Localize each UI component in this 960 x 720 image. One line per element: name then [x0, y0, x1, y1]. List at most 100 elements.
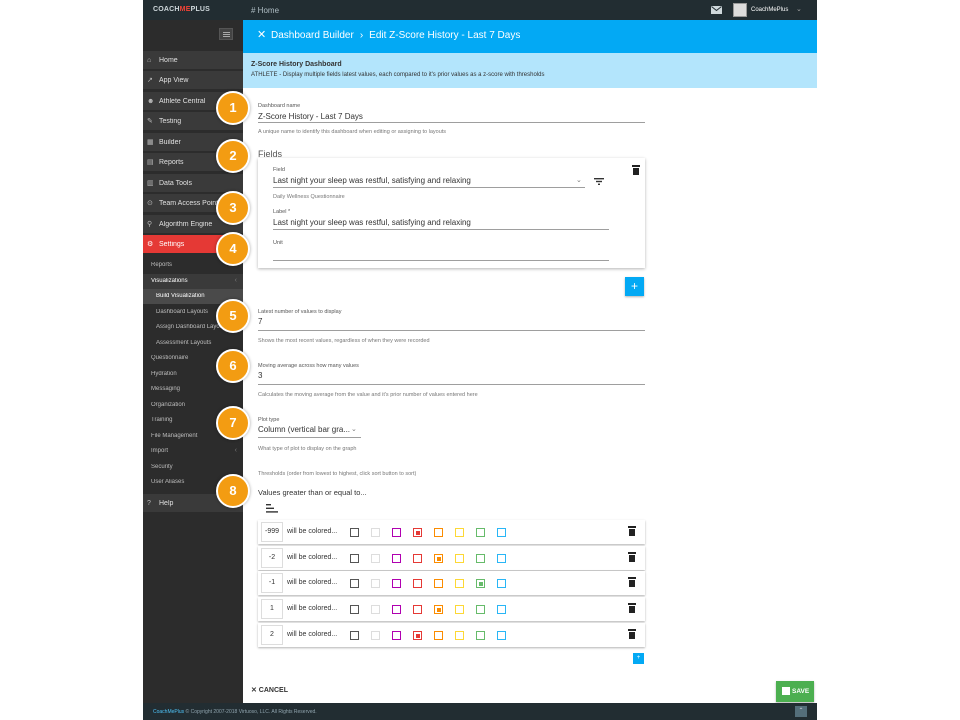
- latest-values-label: Latest number of values to display: [258, 309, 342, 315]
- color-swatch[interactable]: [497, 528, 506, 537]
- color-swatch[interactable]: [455, 528, 464, 537]
- color-swatch[interactable]: [350, 528, 359, 537]
- color-swatch[interactable]: [476, 631, 485, 640]
- color-swatch[interactable]: [350, 579, 359, 588]
- color-swatch[interactable]: [371, 631, 380, 640]
- dropdown-caret-icon[interactable]: ⌄: [576, 176, 582, 184]
- color-swatch[interactable]: [392, 605, 401, 614]
- filter-icon[interactable]: [594, 178, 604, 185]
- moving-average-underline: [258, 384, 645, 385]
- help-icon: ?: [147, 500, 151, 507]
- delete-threshold-icon[interactable]: [628, 629, 636, 639]
- top-bar: COACHMEPLUS # Home CoachMePlus ⌄: [143, 0, 817, 20]
- color-swatch[interactable]: [392, 528, 401, 537]
- cancel-button[interactable]: ✕ CANCEL: [251, 686, 288, 694]
- sort-icon[interactable]: [266, 504, 278, 513]
- footer-brand-link[interactable]: CoachMePlus: [153, 709, 184, 715]
- delete-threshold-icon[interactable]: [628, 552, 636, 562]
- color-swatch[interactable]: [476, 554, 485, 563]
- dashboard-name-label: Dashboard name: [258, 103, 301, 109]
- user-name[interactable]: CoachMePlus: [751, 7, 788, 13]
- color-swatch[interactable]: [413, 528, 422, 537]
- color-swatch[interactable]: [434, 605, 443, 614]
- menu-toggle-icon[interactable]: [219, 28, 233, 40]
- threshold-value-input[interactable]: 2: [261, 625, 283, 645]
- color-swatch[interactable]: [413, 579, 422, 588]
- threshold-value-input[interactable]: -2: [261, 548, 283, 568]
- add-threshold-button[interactable]: +: [633, 653, 644, 664]
- color-swatch[interactable]: [497, 631, 506, 640]
- breadcrumb-dashboard-builder[interactable]: Dashboard Builder: [271, 30, 354, 41]
- color-swatch[interactable]: [476, 528, 485, 537]
- moving-average-input[interactable]: 3: [258, 371, 262, 380]
- app-window: COACHMEPLUS # Home CoachMePlus ⌄ ⌂ Home ↗…: [143, 0, 817, 720]
- color-swatch[interactable]: [476, 579, 485, 588]
- dashboard-name-underline: [258, 122, 645, 123]
- color-swatch[interactable]: [371, 528, 380, 537]
- color-swatch[interactable]: [455, 554, 464, 563]
- dashboard-name-input[interactable]: Z-Score History - Last 7 Days: [258, 112, 363, 121]
- color-swatch[interactable]: [434, 631, 443, 640]
- threshold-value-input[interactable]: -999: [261, 522, 283, 542]
- color-swatch[interactable]: [350, 605, 359, 614]
- close-icon[interactable]: ✕: [257, 30, 266, 41]
- sidebar-item-home[interactable]: ⌂ Home: [143, 51, 243, 70]
- color-swatch[interactable]: [392, 579, 401, 588]
- delete-threshold-icon[interactable]: [628, 577, 636, 587]
- brand-text-me: ME: [179, 6, 191, 13]
- dropdown-caret-icon[interactable]: ⌄: [351, 425, 357, 433]
- sidebar-item-data-tools[interactable]: ▥ Data Tools: [143, 174, 243, 193]
- sidebar-subitem-import[interactable]: Import ‹: [143, 444, 243, 459]
- color-swatch[interactable]: [497, 579, 506, 588]
- mail-icon[interactable]: [711, 6, 722, 14]
- color-swatch[interactable]: [434, 579, 443, 588]
- step-marker-6: 6: [216, 349, 250, 383]
- color-swatch[interactable]: [371, 605, 380, 614]
- color-swatch[interactable]: [434, 528, 443, 537]
- scroll-to-top-icon[interactable]: ⌃: [795, 706, 807, 717]
- step-marker-8: 8: [216, 474, 250, 508]
- color-swatch[interactable]: [455, 579, 464, 588]
- delete-field-icon[interactable]: [632, 165, 640, 175]
- color-swatch[interactable]: [413, 554, 422, 563]
- threshold-value-input[interactable]: 1: [261, 599, 283, 619]
- color-swatch[interactable]: [350, 554, 359, 563]
- field-label-label: Label *: [273, 209, 291, 215]
- color-swatch[interactable]: [497, 605, 506, 614]
- color-swatch[interactable]: [476, 605, 485, 614]
- topbar-home-link[interactable]: # Home: [251, 6, 279, 15]
- color-swatch[interactable]: [392, 631, 401, 640]
- chevron-down-icon[interactable]: ⌄: [796, 5, 802, 13]
- plot-type-select[interactable]: Column (vertical bar gra...: [258, 425, 350, 434]
- color-swatch[interactable]: [455, 605, 464, 614]
- color-swatch[interactable]: [371, 554, 380, 563]
- field-label-input[interactable]: Last night your sleep was restful, satis…: [273, 218, 471, 227]
- plot-type-underline: [258, 437, 361, 438]
- color-swatch[interactable]: [497, 554, 506, 563]
- add-field-button[interactable]: +: [625, 277, 644, 296]
- color-swatch[interactable]: [455, 631, 464, 640]
- table-icon: ▥: [147, 180, 154, 187]
- color-swatch[interactable]: [413, 631, 422, 640]
- brand-logo[interactable]: COACHMEPLUS: [153, 6, 210, 13]
- users-icon: ☻: [147, 98, 155, 105]
- delete-threshold-icon[interactable]: [628, 603, 636, 613]
- sidebar-subitem-security[interactable]: Security: [143, 460, 243, 475]
- color-swatch[interactable]: [371, 579, 380, 588]
- sidebar-item-app-view[interactable]: ↗ App View: [143, 71, 243, 90]
- delete-threshold-icon[interactable]: [628, 526, 636, 536]
- home-icon: ⌂: [147, 57, 152, 64]
- save-button[interactable]: SAVE: [776, 681, 814, 702]
- sidebar-subitem-visualizations[interactable]: Visualizations ‹: [143, 274, 243, 289]
- field-select[interactable]: Last night your sleep was restful, satis…: [273, 176, 471, 185]
- threshold-row: 2 will be colored...: [258, 623, 645, 647]
- color-swatch[interactable]: [434, 554, 443, 563]
- latest-values-input[interactable]: 7: [258, 317, 262, 326]
- color-swatch[interactable]: [392, 554, 401, 563]
- user-avatar[interactable]: [733, 3, 747, 17]
- threshold-value-input[interactable]: -1: [261, 573, 283, 593]
- save-icon: [782, 687, 790, 695]
- color-swatch[interactable]: [350, 631, 359, 640]
- color-swatch[interactable]: [413, 605, 422, 614]
- sidebar-subitem-messaging[interactable]: Messaging: [143, 382, 243, 397]
